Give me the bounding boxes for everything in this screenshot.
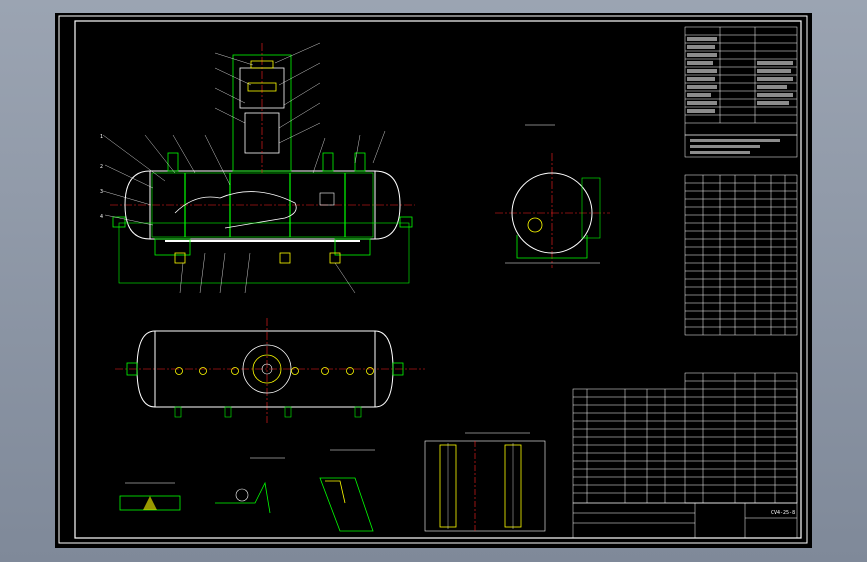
table-dense-text [687, 37, 793, 154]
pressure-vessel-drawing: 1 2 3 4 CV4-25-8 [58, 15, 808, 544]
callout-3: 3 [100, 189, 103, 195]
internal-pipe [174, 191, 297, 229]
plan-leg-3 [284, 406, 292, 418]
inner-frame [74, 20, 802, 539]
bottom-nozzle-2 [279, 252, 291, 264]
callout-2: 2 [100, 164, 103, 170]
weld-details [119, 449, 375, 532]
front-view: 1 2 3 4 [100, 42, 415, 294]
front-leaders [102, 42, 386, 294]
support-detail [424, 432, 546, 532]
plan-leg-4 [354, 406, 362, 418]
support-frame [424, 440, 546, 532]
callout-4: 4 [100, 214, 103, 220]
callout-1: 1 [100, 134, 103, 140]
end-nozzle [527, 217, 543, 233]
end-ladder [581, 177, 601, 239]
detail-b-profile [215, 481, 271, 514]
parts-list-upper [684, 372, 798, 504]
foundation-outline [118, 222, 410, 284]
plan-leg-1 [174, 406, 182, 418]
cad-viewport[interactable]: 1 2 3 4 CV4-25-8 [0, 0, 867, 562]
top-nozzle-1 [167, 152, 179, 172]
detail-c-profile [319, 477, 374, 532]
detail-b-circle [235, 488, 249, 502]
nozzle-table-rows [685, 182, 797, 328]
plan-nozzles [175, 367, 374, 375]
bottom-nozzle-1 [174, 252, 186, 264]
plan-view [115, 318, 425, 423]
plan-leg-2 [224, 406, 232, 418]
title-block [572, 502, 798, 539]
drawing-sheet[interactable]: 1 2 3 4 CV4-25-8 [55, 13, 812, 548]
manway-plate [319, 192, 335, 206]
side-nozzle-right [399, 216, 413, 228]
end-view [495, 124, 610, 268]
top-nozzle-2 [322, 152, 334, 172]
detail-a-weld [143, 496, 157, 510]
drawing-code: CV4-25-8 [771, 510, 795, 516]
